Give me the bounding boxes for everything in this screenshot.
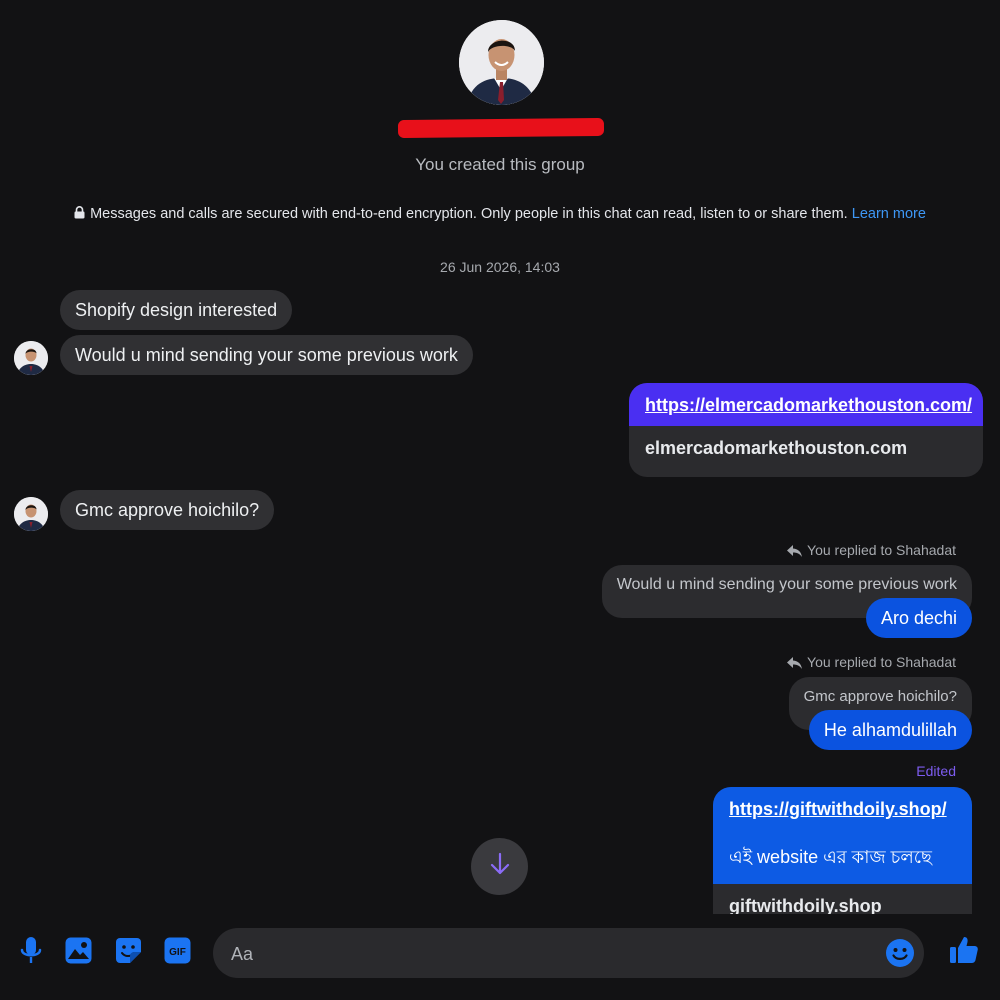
reply-indicator: You replied to Shahadat bbox=[787, 654, 956, 670]
encryption-notice: Messages and calls are secured with end-… bbox=[0, 206, 1000, 223]
incoming-message[interactable]: Gmc approve hoichilo? bbox=[60, 490, 275, 530]
link-message-text: এই website এর কাজ চলছে bbox=[713, 830, 972, 884]
redacted-group-name bbox=[397, 117, 605, 139]
image-button[interactable] bbox=[62, 937, 94, 969]
svg-text:GIF: GIF bbox=[169, 947, 186, 958]
message-input[interactable] bbox=[229, 940, 873, 968]
reply-indicator: You replied to Shahadat bbox=[787, 542, 956, 558]
message-timestamp: 26 Jun 2026, 14:03 bbox=[440, 259, 560, 275]
group-avatar[interactable] bbox=[459, 20, 544, 105]
arrow-down-icon bbox=[489, 852, 511, 881]
sticker-button[interactable] bbox=[112, 937, 144, 969]
link-url[interactable]: https://giftwithdoily.shop/ bbox=[713, 787, 972, 830]
gif-button[interactable]: GIF bbox=[161, 937, 193, 969]
group-created-notice: You created this group bbox=[415, 155, 585, 174]
microphone-button[interactable] bbox=[15, 936, 47, 971]
link-preview-card[interactable]: https://giftwithdoily.shop/ এই website এ… bbox=[713, 787, 972, 914]
incoming-message[interactable]: Shopify design interested bbox=[60, 290, 293, 330]
outgoing-message[interactable]: Aro dechi bbox=[865, 598, 972, 638]
outgoing-message[interactable]: He alhamdulillah bbox=[808, 710, 972, 750]
reply-indicator-label: You replied to Shahadat bbox=[807, 654, 956, 670]
sender-avatar[interactable] bbox=[14, 497, 48, 531]
encryption-text: Messages and calls are secured with end-… bbox=[90, 206, 848, 222]
link-domain: giftwithdoily.shop bbox=[729, 896, 882, 914]
sticker-icon bbox=[115, 937, 142, 969]
lock-icon bbox=[74, 206, 85, 223]
emoji-icon[interactable] bbox=[885, 938, 915, 973]
thumbs-up-icon bbox=[949, 935, 979, 970]
message-composer[interactable] bbox=[213, 928, 924, 978]
gif-icon: GIF bbox=[164, 937, 191, 969]
link-preview-card[interactable]: https://elmercadomarkethouston.com/ elme… bbox=[629, 383, 983, 477]
incoming-message[interactable]: Would u mind sending your some previous … bbox=[60, 335, 473, 375]
reply-arrow-icon bbox=[787, 654, 807, 670]
link-url[interactable]: https://elmercadomarkethouston.com/ bbox=[629, 383, 983, 426]
reply-arrow-icon bbox=[787, 542, 807, 558]
learn-more-link[interactable]: Learn more bbox=[852, 206, 926, 222]
microphone-icon bbox=[20, 936, 42, 971]
image-icon bbox=[65, 937, 92, 969]
link-domain: elmercadomarkethouston.com bbox=[645, 438, 908, 458]
edited-label: Edited bbox=[916, 763, 956, 779]
sender-avatar[interactable] bbox=[14, 341, 48, 375]
like-button[interactable] bbox=[948, 936, 980, 968]
scroll-to-bottom-button[interactable] bbox=[471, 838, 528, 895]
reply-indicator-label: You replied to Shahadat bbox=[807, 542, 956, 558]
